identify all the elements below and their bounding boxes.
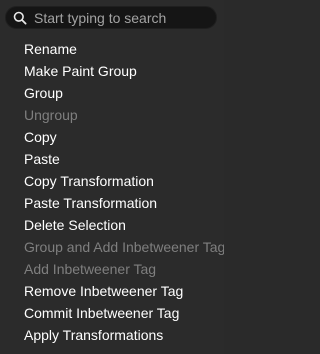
menu-items: Rename Make Paint Group Group Ungroup Co… — [0, 38, 224, 346]
search-input[interactable] — [34, 7, 216, 28]
context-menu: Rename Make Paint Group Group Ungroup Co… — [0, 0, 224, 354]
menu-item-rename[interactable]: Rename — [0, 38, 224, 60]
menu-item-apply-transformations[interactable]: Apply Transformations — [0, 324, 224, 346]
menu-item-add-inbetweener-tag: Add Inbetweener Tag — [24, 261, 157, 277]
menu-item-paste[interactable]: Paste — [0, 148, 224, 170]
search-box[interactable] — [5, 6, 217, 29]
menu-item-paste-transformation[interactable]: Paste Transformation — [0, 192, 224, 214]
menu-item-group-and-add-inbetweener-tag: Group and Add Inbetweener Tag — [24, 239, 224, 255]
menu-item-copy[interactable]: Copy — [0, 126, 224, 148]
search-icon — [12, 10, 28, 26]
menu-item-delete-selection[interactable]: Delete Selection — [0, 214, 224, 236]
menu-item-group[interactable]: Group — [0, 82, 224, 104]
menu-item-make-paint-group[interactable]: Make Paint Group — [0, 60, 224, 82]
menu-item-commit-inbetweener-tag[interactable]: Commit Inbetweener Tag — [0, 302, 224, 324]
menu-item-remove-inbetweener-tag[interactable]: Remove Inbetweener Tag — [0, 280, 224, 302]
menu-item-ungroup: Ungroup — [24, 107, 78, 123]
menu-item-copy-transformation[interactable]: Copy Transformation — [0, 170, 224, 192]
